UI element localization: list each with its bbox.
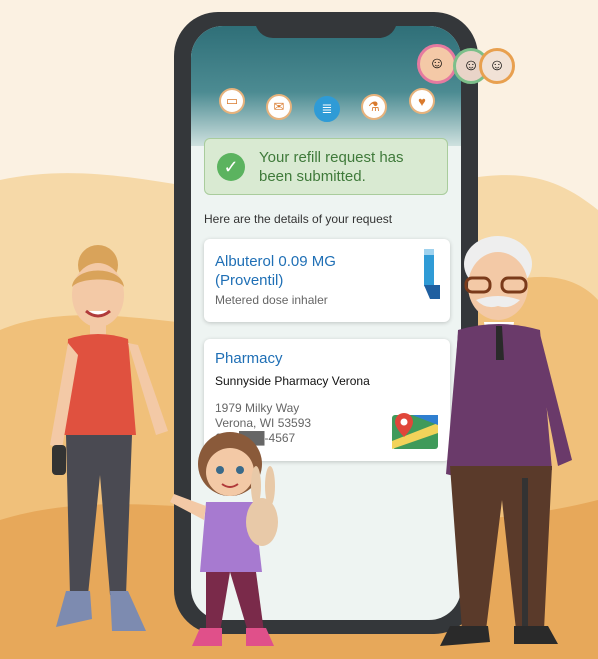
address-line1: 1979 Milky Way <box>215 401 300 415</box>
success-message: Your refill request has been submitted. <box>259 149 404 185</box>
check-icon: ✓ <box>217 153 245 181</box>
medication-card[interactable]: Albuterol 0.09 MG (Proventil) Metered do… <box>204 239 450 322</box>
pharmacy-name: Sunnyside Pharmacy Verona <box>215 374 370 388</box>
details-heading: Here are the details of your request <box>204 212 393 226</box>
mother-illustration <box>50 245 168 631</box>
list-icon: ≣ <box>321 101 333 116</box>
tab-mail[interactable]: ✉ <box>266 94 292 120</box>
success-banner: ✓ Your refill request has been submitted… <box>204 138 448 195</box>
phone-notch <box>255 12 397 38</box>
face-icon: ☺ <box>488 57 506 74</box>
tab-bar: ▭ ✉ ≣ ⚗ ♥ <box>219 88 439 122</box>
mail-icon: ✉ <box>273 99 285 114</box>
inhaler-icon <box>424 249 440 299</box>
tab-list[interactable]: ≣ <box>314 96 340 122</box>
proxy-avatars: ☺ ☺ ☺ <box>417 44 517 84</box>
grandpa-avatar[interactable]: ☺ <box>479 48 515 84</box>
pharmacy-title: Pharmacy <box>215 350 283 367</box>
heart-clipboard-icon: ♥ <box>418 93 426 109</box>
grandfather-illustration <box>440 236 572 646</box>
tab-lab[interactable]: ⚗ <box>361 94 387 120</box>
woman-avatar[interactable]: ☺ <box>417 44 457 84</box>
wallet-icon: ▭ <box>225 93 239 108</box>
medication-form: Metered dose inhaler <box>215 293 328 307</box>
map-icon[interactable] <box>392 411 438 451</box>
flask-icon: ⚗ <box>368 99 380 114</box>
tab-wallet[interactable]: ▭ <box>219 88 245 114</box>
medication-name: Albuterol 0.09 MG (Proventil) <box>215 253 336 289</box>
face-icon: ☺ <box>428 55 446 72</box>
address-line2: Verona, WI 53593 <box>215 416 312 430</box>
tab-health[interactable]: ♥ <box>409 88 435 114</box>
girl-illustration <box>170 432 278 646</box>
face-icon: ☺ <box>462 57 480 74</box>
